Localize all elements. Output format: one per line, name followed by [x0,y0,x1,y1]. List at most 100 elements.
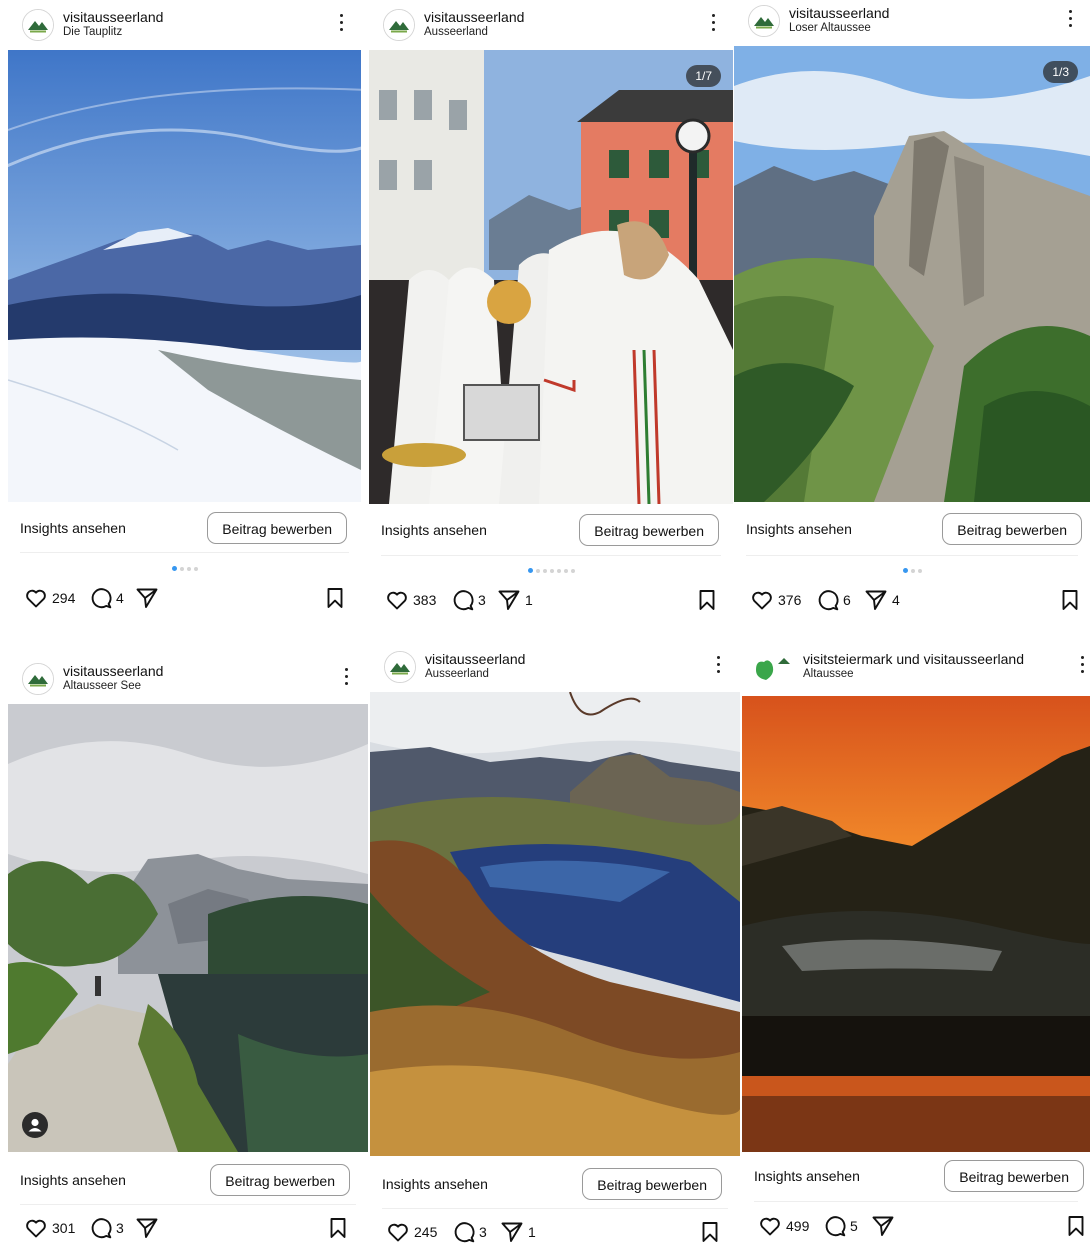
comment-icon[interactable] [89,1216,113,1240]
comment-count: 3 [479,1224,487,1240]
carousel-dots [734,568,1090,574]
like-count: 376 [778,592,802,608]
avatar[interactable] [748,5,780,37]
engagement-row: 294 4 [8,584,361,614]
like-count: 245 [414,1224,438,1240]
heart-icon[interactable] [385,588,409,612]
insights-link[interactable]: Insights ansehen [754,1168,860,1184]
bookmark-icon[interactable] [326,1216,350,1240]
insights-link[interactable]: Insights ansehen [20,520,126,536]
heart-icon[interactable] [24,1216,48,1240]
avatar[interactable] [754,656,790,682]
carousel-dot [171,566,177,571]
location[interactable]: Ausseerland [425,668,489,681]
insights-link[interactable]: Insights ansehen [381,522,487,538]
more-vertical-icon[interactable] [712,654,726,676]
heart-icon[interactable] [386,1220,410,1244]
share-icon[interactable] [135,586,159,610]
more-vertical-icon[interactable] [335,12,349,34]
carousel-counter: 1/3 [1043,61,1078,83]
insights-link[interactable]: Insights ansehen [20,1172,126,1188]
carousel-dot [563,568,568,573]
like-count: 294 [52,590,76,606]
promote-button[interactable]: Beitrag bewerben [579,514,719,546]
insights-link[interactable]: Insights ansehen [746,521,852,537]
divider [381,555,721,556]
post-card: visitausseerland Altausseer See Insights… [8,654,368,1240]
post-header: visitausseerland Ausseerland [370,642,740,688]
share-icon[interactable] [135,1216,159,1240]
more-vertical-icon[interactable] [340,666,354,688]
action-row: Insights ansehen Beitrag bewerben [734,509,1090,551]
comment-icon[interactable] [823,1214,847,1238]
post-header: visitausseerland Ausseerland [369,0,733,46]
username[interactable]: visitausseerland [789,5,889,21]
share-count: 1 [528,1224,536,1240]
carousel-dot [179,566,184,571]
comment-count: 3 [116,1220,124,1236]
divider [382,1208,728,1209]
share-icon[interactable] [500,1220,524,1244]
comment-icon[interactable] [451,588,475,612]
carousel-dot [570,568,575,573]
heart-icon[interactable] [750,588,774,612]
bookmark-icon[interactable] [323,586,347,610]
share-icon[interactable] [871,1214,895,1238]
promote-button[interactable]: Beitrag bewerben [210,1164,350,1196]
insights-link[interactable]: Insights ansehen [382,1176,488,1192]
bookmark-icon[interactable] [1064,1214,1088,1238]
share-count: 1 [525,592,533,608]
carousel-dot [910,568,915,573]
action-row: Insights ansehen Beitrag bewerben [8,508,361,550]
heart-icon[interactable] [758,1214,782,1238]
post-photo[interactable]: 1/3 [734,46,1090,502]
carousel-dot [193,566,198,571]
post-photo[interactable] [8,704,368,1152]
carousel-dot [556,568,561,573]
action-row: Insights ansehen Beitrag bewerben [8,1160,368,1202]
more-vertical-icon[interactable] [1076,654,1090,676]
location[interactable]: Loser Altaussee [789,22,871,35]
post-header: visitsteiermark und visitausseerland Alt… [742,642,1090,688]
post-photo[interactable] [370,692,740,1156]
post-photo[interactable]: 1/7 [369,50,733,504]
username[interactable]: visitsteiermark und visitausseerland [803,651,1024,667]
avatar[interactable] [383,9,415,41]
carousel-dot [902,568,908,573]
post-card: visitausseerland Ausseerland 1/7 Insight… [369,0,733,620]
post-photo[interactable] [742,696,1090,1152]
divider [754,1201,1078,1202]
avatar[interactable] [22,663,54,695]
bookmark-icon[interactable] [698,1220,722,1244]
post-photo[interactable] [8,50,361,502]
location[interactable]: Die Tauplitz [63,26,122,39]
divider [20,552,349,553]
heart-icon[interactable] [24,586,48,610]
username[interactable]: visitausseerland [424,9,524,25]
avatar[interactable] [22,9,54,41]
username[interactable]: visitausseerland [63,9,163,25]
share-icon[interactable] [864,588,888,612]
promote-button[interactable]: Beitrag bewerben [582,1168,722,1200]
avatar[interactable] [384,651,416,683]
comment-icon[interactable] [816,588,840,612]
location[interactable]: Altausseer See [63,680,141,693]
username[interactable]: visitausseerland [63,663,163,679]
promote-button[interactable]: Beitrag bewerben [942,513,1082,545]
more-vertical-icon[interactable] [1064,8,1078,30]
engagement-row: 383 3 1 [369,586,733,616]
username[interactable]: visitausseerland [425,651,525,667]
bookmark-icon[interactable] [1058,588,1082,612]
comment-icon[interactable] [452,1220,476,1244]
location[interactable]: Ausseerland [424,26,488,39]
promote-button[interactable]: Beitrag bewerben [207,512,347,544]
more-vertical-icon[interactable] [707,12,721,34]
location[interactable]: Altaussee [803,668,854,681]
user-tag-icon[interactable] [22,1112,48,1138]
comment-icon[interactable] [89,586,113,610]
promote-button[interactable]: Beitrag bewerben [944,1160,1084,1192]
action-row: Insights ansehen Beitrag bewerben [369,510,733,552]
carousel-counter: 1/7 [686,65,721,87]
share-icon[interactable] [497,588,521,612]
bookmark-icon[interactable] [695,588,719,612]
